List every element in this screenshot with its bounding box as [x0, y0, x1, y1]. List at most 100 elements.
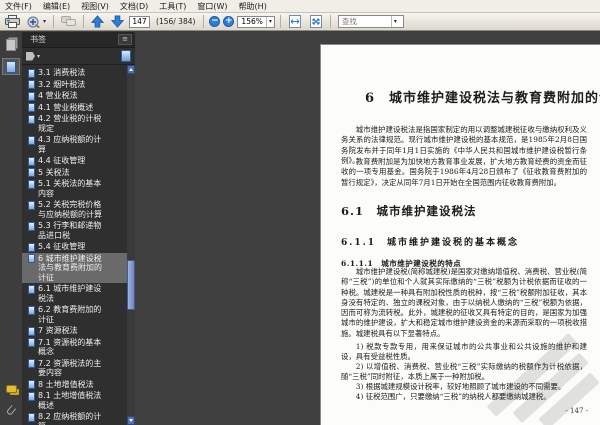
comment-bubble-icon: [61, 15, 77, 28]
bookmark-page-icon: [28, 221, 35, 231]
bookmark-page-icon: [28, 168, 35, 177]
toolbar-separator: [53, 15, 55, 28]
bookmarks-panel-header: 书签 ≡: [22, 32, 135, 48]
bookmark-item[interactable]: 5.3 行李和邮递物品进口税: [22, 220, 127, 241]
toolbar-separator: [329, 15, 331, 28]
bookmark-page-icon: [28, 68, 35, 78]
bookmark-item[interactable]: 3.1 消费税法: [22, 67, 127, 79]
bookmark-item[interactable]: 8.2 应纳税额的计算: [22, 411, 127, 425]
document-area[interactable]: 6 城市维护建设税法与教育费附加的计征 城市维护建设税法是指国家制定的用以调整城…: [135, 32, 600, 425]
bookmark-item[interactable]: 7 资源税法: [22, 325, 127, 337]
bookmark-page-icon: [28, 135, 35, 145]
bookmark-item[interactable]: 6.1 城市维护建设税法: [22, 283, 127, 304]
expand-current-bookmark-icon[interactable]: [121, 50, 131, 62]
print-button[interactable]: [3, 14, 22, 29]
printer-icon: [5, 14, 20, 29]
bookmark-item[interactable]: 7.2 资源税法的主要内容: [22, 358, 127, 379]
menu-item-document[interactable]: 文档(D): [120, 1, 148, 12]
triangle-up-icon: [129, 68, 133, 71]
attachments-panel-button[interactable]: [2, 402, 20, 419]
bookmark-item[interactable]: 8 土地增值税法: [22, 379, 127, 391]
toolbar: ▾ (156: [0, 13, 600, 31]
zoom-level-select[interactable]: 156% ▾: [237, 15, 275, 28]
bookmark-item[interactable]: 5.4 征收管理: [22, 241, 127, 253]
find-input[interactable]: [338, 17, 391, 26]
scrollbar-thumb[interactable]: [127, 260, 135, 310]
triangle-down-icon: [129, 419, 133, 422]
bookmark-item[interactable]: 4 营业税法: [22, 90, 127, 102]
bookmark-page-icon: [28, 305, 35, 315]
panel-scrollbar[interactable]: [127, 65, 135, 425]
bookmark-label: 7.1 资源税的基本概念: [38, 337, 102, 357]
bookmark-item[interactable]: 4.1 营业税概述: [22, 102, 127, 114]
bookmark-label: 5 关税法: [38, 167, 70, 177]
list-item: 1) 税款专款专用，用来保证城市的公共事业和公共设施的维护和建设，具有受益税性质…: [341, 342, 587, 362]
export-button[interactable]: ▾: [25, 14, 48, 29]
bookmark-item[interactable]: 4.4 征收管理: [22, 155, 127, 167]
bookmark-label: 4.4 征收管理: [38, 156, 86, 165]
bookmark-label: 4.1 营业税概述: [38, 102, 94, 112]
chevron-down-icon[interactable]: ▾: [37, 53, 40, 60]
bookmark-page-icon: [28, 103, 35, 112]
bookmark-label: 8.1 土地增值税法概述: [38, 391, 102, 410]
list-item: 4) 征税范围广，只要缴纳“三税”的纳税人都要缴纳城建税。: [355, 392, 551, 401]
bookmark-item[interactable]: 5.2 关税完税价格与应纳税额的计算: [22, 199, 127, 220]
bookmark-page-icon: [28, 114, 35, 124]
bookmark-page-icon: [28, 412, 35, 422]
bookmark-item-selected[interactable]: 6 城市维护建设税法与教育费附加的计征: [22, 252, 127, 283]
paperclip-icon: [5, 405, 17, 416]
list-item: 3) 根据城建规模设计税率，较好地照顾了城市建设的不同需要。: [355, 382, 566, 391]
bookmark-item[interactable]: 5.1 关税法的基本内容: [22, 178, 127, 199]
page-count-label: (156/ 384): [156, 17, 196, 26]
scroll-up-button[interactable]: [127, 65, 135, 74]
menu-item-help[interactable]: 帮助(H): [239, 1, 267, 12]
bookmark-item[interactable]: 3.2 烟叶税法: [22, 79, 127, 91]
bookmark-label: 7.2 资源税法的主要内容: [38, 358, 102, 378]
next-page-button[interactable]: [109, 14, 126, 29]
bookmark-item[interactable]: 4.3 应纳税额的计算: [22, 134, 127, 155]
bookmark-label: 4.2 营业税的计税规定: [38, 114, 102, 133]
navigation-strip: [0, 32, 22, 425]
arrow-up-icon: [91, 15, 105, 28]
find-box: ▾: [337, 15, 404, 28]
fit-page-button[interactable]: [307, 14, 325, 29]
comments-panel-button[interactable]: [2, 380, 20, 397]
bookmark-item[interactable]: 7.1 资源税的基本概念: [22, 337, 127, 358]
zoom-in-button[interactable]: +: [223, 16, 235, 27]
menu-item-view[interactable]: 视图(V): [81, 1, 109, 12]
bookmark-page-icon: [28, 338, 35, 347]
zoom-out-button[interactable]: −: [209, 16, 221, 27]
bookmark-label: 7 资源税法: [38, 326, 78, 335]
bookmark-page-icon: [28, 391, 35, 401]
bookmark-label: 5.2 关税完税价格与应纳税额的计算: [38, 200, 102, 219]
bookmark-item[interactable]: 5 关税法: [22, 167, 127, 179]
panel-title: 书签: [30, 35, 46, 44]
main-area: 书签 ≡ ▾ 3.1 消费税法 3.2 烟叶税法 4 营业税法 4.1 营业税概…: [0, 32, 600, 425]
menu-item-file[interactable]: 文件(F): [5, 1, 32, 12]
fit-width-button[interactable]: [286, 14, 304, 29]
menu-item-edit[interactable]: 编辑(E): [43, 1, 70, 12]
bookmark-item[interactable]: 6.2 教育费附加的计征: [22, 304, 127, 325]
bookmark-item[interactable]: 4.2 营业税的计税规定: [22, 113, 127, 134]
find-dropdown-icon[interactable]: ▾: [390, 16, 399, 27]
panel-options-button[interactable]: ≡: [118, 34, 132, 45]
menu-item-window[interactable]: 窗口(W): [197, 1, 227, 12]
bookmark-label: 6.2 教育费附加的计征: [38, 305, 102, 324]
bookmark-label: 5.1 关税法的基本内容: [38, 179, 102, 198]
pages-panel-button[interactable]: [2, 36, 20, 53]
menu-item-tools[interactable]: 工具(T): [159, 1, 186, 12]
toolbar-separator: [279, 15, 281, 28]
toolbar-separator: [83, 15, 85, 28]
bookmark-page-icon: [28, 179, 35, 189]
bookmark-item[interactable]: 8.1 土地增值税法概述: [22, 390, 127, 411]
bookmark-label: 4.3 应纳税额的计算: [38, 135, 102, 154]
review-comment-button[interactable]: [59, 14, 78, 29]
bookmark-label: 6.1 城市维护建设税法: [38, 284, 102, 303]
bookmark-page-icon: [28, 380, 35, 389]
previous-page-button[interactable]: [89, 14, 106, 29]
bookmarks-toolbar: ▾: [22, 48, 135, 65]
page-number-input[interactable]: [129, 15, 151, 28]
bookmarks-panel-button[interactable]: [2, 58, 20, 75]
bookmark-tag-icon[interactable]: [26, 51, 35, 61]
scroll-down-button[interactable]: [127, 416, 135, 425]
